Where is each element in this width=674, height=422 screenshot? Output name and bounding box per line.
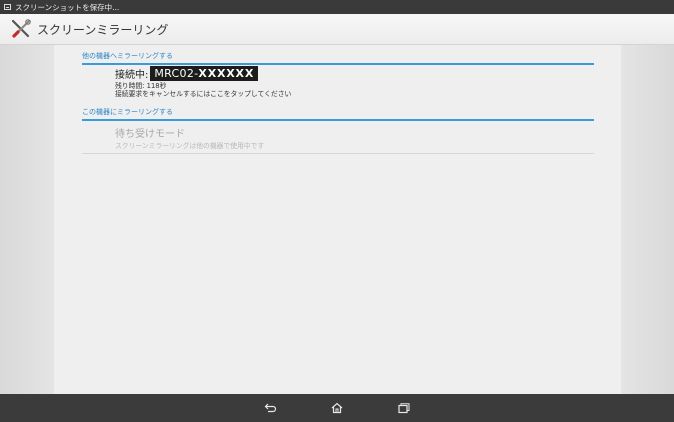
- section-header-other-device: 他の機器へミラーリングする: [82, 51, 594, 65]
- standby-mode-title: 待ち受けモード: [115, 129, 185, 140]
- recent-apps-icon[interactable]: [397, 402, 411, 414]
- section-header-this-device: この機器にミラーリングする: [82, 107, 594, 121]
- home-icon[interactable]: [330, 402, 344, 414]
- page-title: スクリーンミラーリング: [37, 22, 169, 37]
- right-margin: [621, 45, 674, 394]
- connection-item[interactable]: 接続中: MRC02-XXXXXX: [115, 66, 259, 81]
- divider: [82, 153, 594, 154]
- device-name: MRC02-XXXXXX: [150, 66, 259, 81]
- tools-icon[interactable]: [10, 18, 32, 40]
- cancel-hint[interactable]: 接続要求をキャンセルするにはここをタップしてください: [115, 90, 291, 98]
- left-margin: [0, 45, 54, 394]
- back-icon[interactable]: [264, 402, 278, 414]
- standby-mode-subtitle: スクリーンミラーリングは他の機器で使用中です: [115, 142, 265, 150]
- connection-label: 接続中:: [115, 70, 149, 81]
- status-notification: スクリーンショットを保存中...: [15, 2, 120, 12]
- screenshot-icon: [4, 4, 11, 10]
- device-id: XXXXXX: [198, 67, 255, 80]
- navigation-bar: [0, 394, 674, 422]
- settings-panel: 他の機器へミラーリングする 接続中: MRC02-XXXXXX 残り時間: 11…: [54, 45, 621, 394]
- remaining-time: 残り時間: 118秒: [115, 82, 167, 90]
- device-prefix: MRC02-: [154, 67, 199, 80]
- action-bar: スクリーンミラーリング: [0, 14, 674, 45]
- status-bar: スクリーンショットを保存中...: [0, 0, 674, 14]
